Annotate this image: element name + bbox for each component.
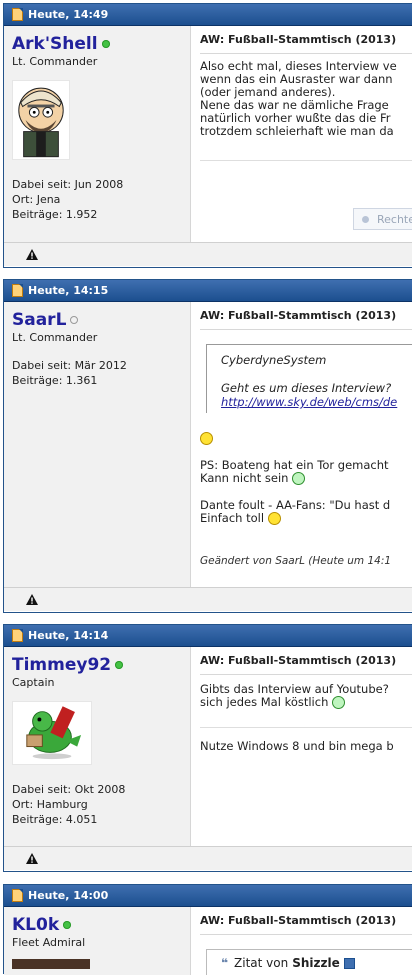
user-joined: Dabei seit: Jun 2008 — [12, 178, 124, 191]
quote-block: CyberdyneSystem Geht es um dieses Interv… — [206, 344, 412, 413]
username-link[interactable]: Timmey92 — [12, 655, 111, 675]
post-time: Heute, 14:15 — [28, 284, 109, 297]
post-time: Heute, 14:00 — [28, 889, 109, 902]
user-title: Lt. Commander — [12, 331, 98, 344]
username-link[interactable]: Ark'Shell — [12, 34, 98, 54]
message-text: Einfach toll — [200, 511, 265, 525]
document-icon — [12, 284, 23, 297]
post-content: AW: Fußball-Stammtisch (2013) Gibts das … — [191, 647, 412, 846]
username[interactable]: SaarL — [12, 310, 182, 330]
grin-icon — [332, 696, 346, 709]
post-time: Heute, 14:14 — [28, 629, 109, 642]
document-icon — [12, 8, 23, 21]
post-header: Heute, 14:00 — [4, 885, 412, 907]
post-2: Heute, 14:15 SaarL Lt. Commander Dabei s… — [3, 279, 412, 613]
rights-button[interactable]: Rechte — [353, 208, 412, 230]
post-footer — [4, 846, 412, 870]
online-status-icon — [101, 40, 110, 48]
user-location: Ort: Jena — [12, 193, 61, 206]
divider — [200, 727, 412, 728]
post-title: AW: Fußball-Stammtisch (2013) — [200, 647, 412, 675]
post-content: AW: Fußball-Stammtisch (2013) CyberdyneS… — [191, 302, 412, 587]
post-title: AW: Fußball-Stammtisch (2013) — [200, 302, 412, 330]
post-header: Heute, 14:15 — [4, 280, 412, 302]
user-joined: Dabei seit: Okt 2008 — [12, 783, 126, 796]
message-line: Einfach toll — [200, 512, 412, 525]
post-content: AW: Fußball-Stammtisch (2013) ❝ Zitat vo… — [191, 907, 412, 975]
user-info: KL0k Fleet Admiral — [4, 907, 191, 975]
quote-text: Geht es um dieses Interview? — [221, 381, 392, 395]
user-title: Lt. Commander — [12, 55, 98, 68]
avatar[interactable] — [12, 959, 90, 969]
quote-header: ❝ Zitat von Shizzle — [206, 949, 412, 975]
document-icon — [12, 629, 23, 642]
quote-icon: ❝ — [221, 956, 229, 970]
username[interactable]: Timmey92 — [12, 655, 182, 675]
document-icon — [12, 889, 23, 902]
post-time: Heute, 14:49 — [28, 8, 109, 21]
user-posts: Beiträge: 4.051 — [12, 813, 98, 826]
warning-triangle-icon[interactable] — [26, 594, 38, 605]
warning-triangle-icon[interactable] — [26, 853, 38, 864]
user-title: Fleet Admiral — [12, 936, 86, 949]
message-text: Kann nicht sein — [200, 471, 289, 485]
divider — [200, 160, 412, 161]
post-header: Heute, 14:49 — [4, 4, 412, 26]
avatar[interactable] — [12, 80, 70, 160]
user-posts: Beiträge: 1.361 — [12, 374, 98, 387]
post-header: Heute, 14:14 — [4, 625, 412, 647]
smiley-icon — [200, 432, 213, 445]
online-status-icon — [63, 921, 72, 929]
signature: Nutze Windows 8 und bin mega b — [200, 739, 394, 753]
smiley-icon — [267, 512, 281, 525]
online-status-icon — [115, 661, 124, 669]
post-title: AW: Fußball-Stammtisch (2013) — [200, 907, 412, 935]
username[interactable]: KL0k — [12, 915, 182, 935]
avatar[interactable] — [12, 701, 92, 765]
quote-author: CyberdyneSystem — [221, 353, 327, 367]
message-line: sich jedes Mal köstlich — [200, 696, 412, 709]
offline-status-icon — [70, 316, 79, 324]
quote-prefix: Zitat von — [234, 956, 289, 970]
user-info: Timmey92 Captain Dabei seit: Okt 2008 Or… — [4, 647, 191, 846]
username-link[interactable]: KL0k — [12, 915, 59, 935]
post-footer — [4, 242, 412, 266]
quote-link[interactable]: http://www.sky.de/web/cms/de — [221, 395, 397, 409]
user-joined: Dabei seit: Mär 2012 — [12, 359, 127, 372]
quote-author[interactable]: Shizzle — [292, 956, 340, 970]
post-footer — [4, 587, 412, 611]
warning-triangle-icon[interactable] — [26, 249, 38, 260]
edited-note: Geändert von SaarL (Heute um 14:1 — [200, 555, 392, 567]
user-title: Captain — [12, 676, 55, 689]
user-info: SaarL Lt. Commander Dabei seit: Mär 2012… — [4, 302, 191, 587]
grin-icon — [292, 472, 306, 485]
rights-icon — [362, 215, 369, 223]
user-posts: Beiträge: 1.952 — [12, 208, 98, 221]
post-content: AW: Fußball-Stammtisch (2013) Also echt … — [191, 26, 412, 242]
user-location: Ort: Hamburg — [12, 798, 88, 811]
message-line: Kann nicht sein — [200, 472, 412, 485]
post-title: AW: Fußball-Stammtisch (2013) — [200, 26, 412, 54]
message-line: trotzdem schleierhaft wie man da — [200, 124, 394, 138]
username[interactable]: Ark'Shell — [12, 34, 182, 54]
post-3: Heute, 14:14 Timmey92 Captain Dabei seit… — [3, 624, 412, 872]
username-link[interactable]: SaarL — [12, 310, 66, 330]
post-1: Heute, 14:49 Ark'Shell Lt. Commander Dab… — [3, 3, 412, 268]
message-text: sich jedes Mal köstlich — [200, 695, 329, 709]
post-4: Heute, 14:00 KL0k Fleet Admiral AW: Fußb… — [3, 884, 412, 975]
user-info: Ark'Shell Lt. Commander Dabei seit: Jun … — [4, 26, 191, 242]
rights-button-label: Rechte — [377, 212, 412, 226]
